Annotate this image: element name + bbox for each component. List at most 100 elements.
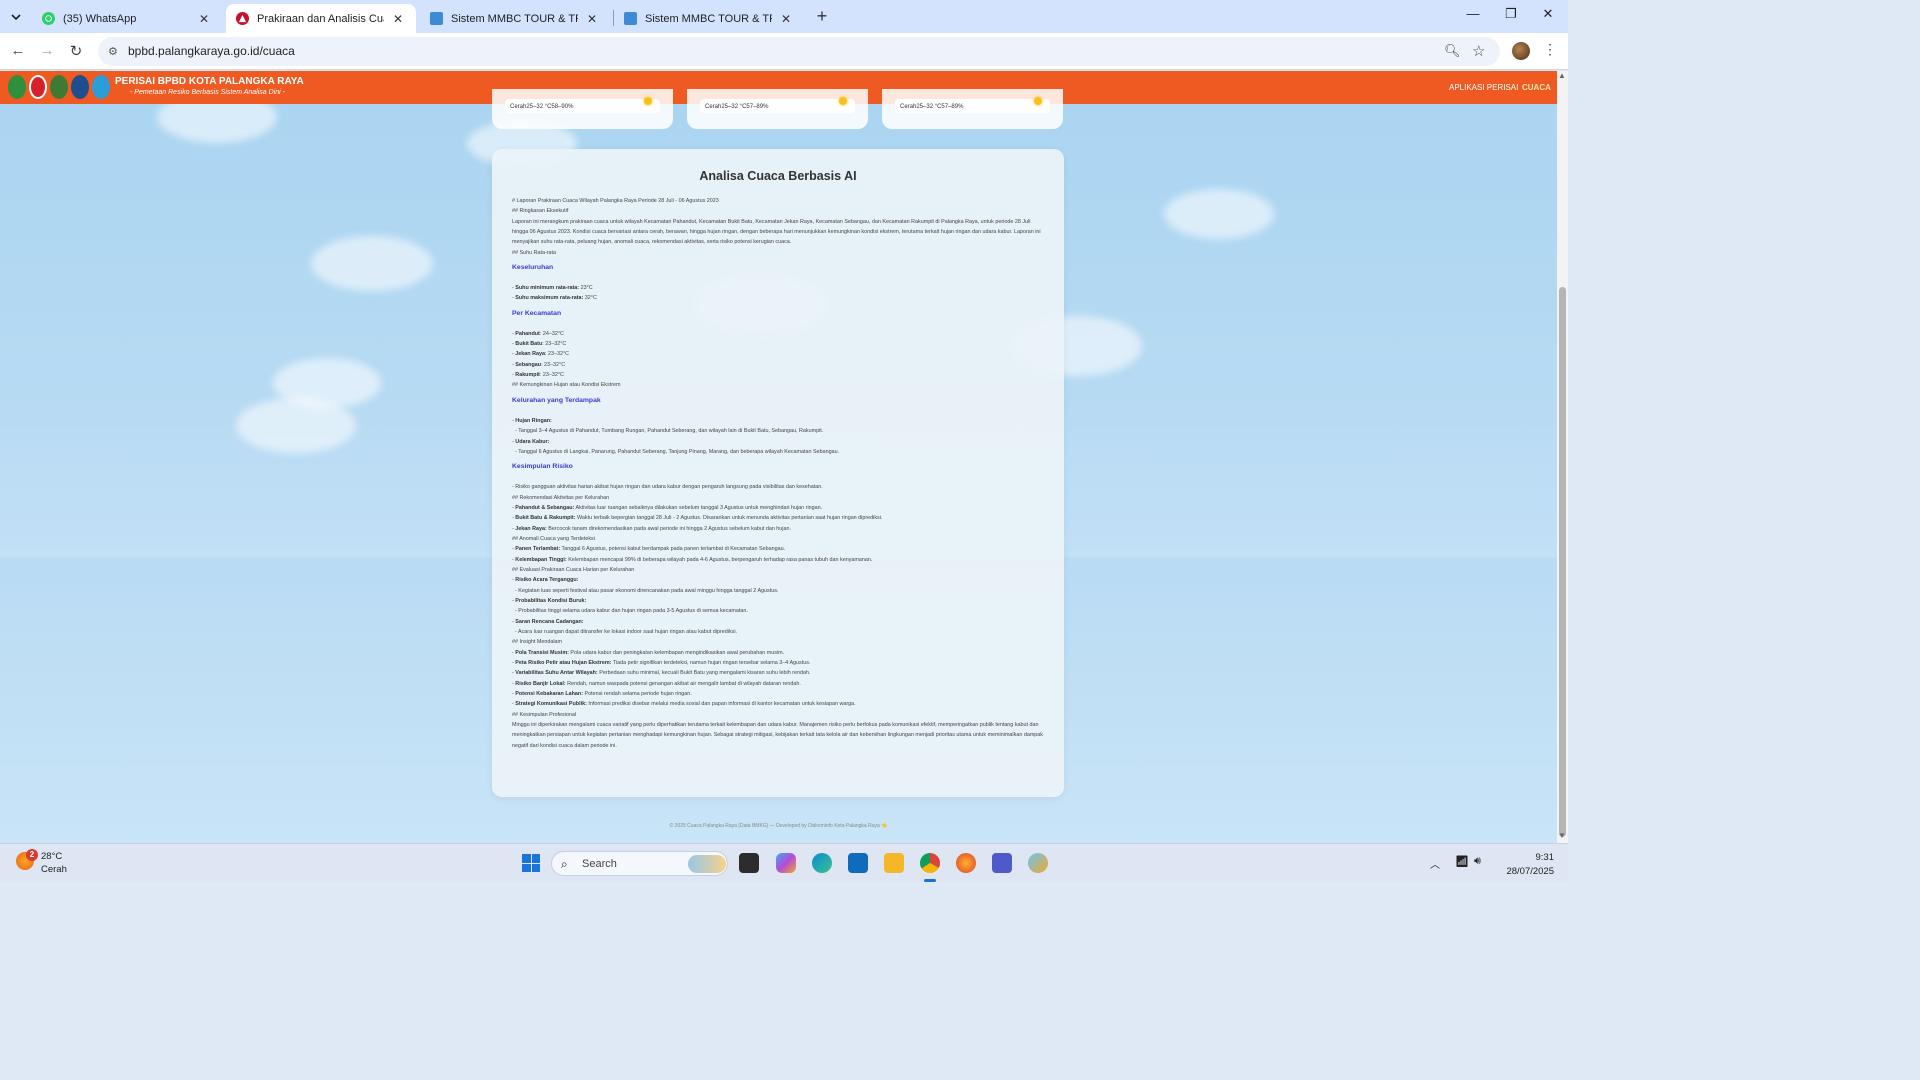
outlook-icon[interactable]: [848, 853, 868, 873]
tab-cuaca[interactable]: Prakiraan dan Analisis Cuaca Ko ✕: [226, 4, 416, 33]
weather-condition[interactable]: Cerah: [41, 864, 67, 875]
browser-menu-icon[interactable]: ⋮: [1543, 41, 1557, 58]
report-item: - Risiko gangguan aktivitas harian akiba…: [512, 484, 823, 491]
brand-subtitle: - Pemetaan Resiko Berbasis Sistem Analis…: [130, 89, 285, 96]
report-heading: ## Anomali Cuaca yang Terdeteksi: [512, 535, 595, 542]
ai-analysis-card: Analisa Cuaca Berbasis AI # Laporan Prak…: [492, 149, 1064, 797]
item-label: Sebangau: [515, 361, 542, 368]
forecast-summary: Cerah25–32 °C57–89%: [705, 104, 769, 110]
cloud-decoration: [1164, 189, 1274, 239]
item-label: Potensi Kebakaran Lahan:: [515, 691, 583, 698]
item-label: Rakumpit: [515, 372, 540, 379]
pemkot-logo-icon: [50, 75, 68, 99]
copilot-icon[interactable]: [776, 853, 796, 873]
perisai-logo-icon: [71, 75, 89, 99]
chrome-icon[interactable]: [920, 853, 940, 873]
edge-icon[interactable]: [812, 853, 832, 873]
tray-chevron-icon[interactable]: ︿: [1430, 856, 1440, 871]
item-value: : 23–32°C: [541, 361, 566, 368]
zoom-icon[interactable]: 🔍︎: [1444, 43, 1461, 59]
item-label: Jekan Raya: [515, 351, 545, 358]
nav-cuaca[interactable]: CUACA: [1522, 83, 1551, 92]
app-icon[interactable]: [1028, 853, 1048, 873]
item-label: Saran Rencana Cadangan:: [515, 618, 584, 625]
report-item: - Probabilitas tinggi selama udara kabur…: [512, 608, 748, 615]
brand-title: PERISAI BPBD KOTA PALANGKA RAYA: [115, 76, 304, 87]
item-label: Hujan Ringan:: [515, 417, 552, 424]
close-icon[interactable]: ✕: [196, 12, 212, 26]
profile-avatar[interactable]: [1512, 42, 1530, 60]
weather-temperature[interactable]: 28°C: [41, 851, 62, 862]
analysis-title: Analisa Cuaca Berbasis AI: [699, 169, 857, 183]
report-item: - Peta Risiko Petir atau Hujan Ekstrem: …: [512, 660, 811, 667]
taskbar: 2 28°C Cerah ⌕ Search ︿ 📶︎ 🔊︎ 9:31 28/07…: [0, 843, 1568, 882]
clock-date[interactable]: 28/07/2025: [1494, 866, 1554, 877]
report-item: - Bukit Batu & Rakumpit: Waktu terbaik b…: [512, 515, 883, 522]
reload-button[interactable]: ↻: [66, 42, 86, 60]
item-label: Pahandut & Sebangau:: [515, 504, 575, 511]
clock-time[interactable]: 9:31: [1522, 852, 1555, 863]
item-label: Bukit Batu & Rakumpit:: [515, 515, 576, 522]
site-settings-icon[interactable]: ⚙: [108, 45, 118, 58]
item-value: Tanggal 6 Agustus, potensi kabut berdamp…: [560, 546, 786, 553]
firefox-icon[interactable]: [956, 853, 976, 873]
scrollbar-thumb[interactable]: [1559, 287, 1566, 837]
new-tab-button[interactable]: +: [813, 7, 831, 25]
close-icon[interactable]: ✕: [584, 12, 600, 26]
back-button[interactable]: ←: [8, 42, 28, 59]
scroll-up-icon[interactable]: ▲: [1558, 71, 1566, 80]
tab-strip: (35) WhatsApp ✕ Prakiraan dan Analisis C…: [0, 0, 1568, 33]
item-value: Aktivitas luar ruangan sebaiknya dilakuk…: [574, 504, 823, 511]
report-item: - Tanggal 3–4 Agustus di Pahandut, Tumba…: [512, 428, 824, 435]
omnibox[interactable]: ⚙ bpbd.palangkaraya.go.id/cuaca 🔍︎ ☆: [98, 37, 1500, 66]
tab-search-button[interactable]: [5, 6, 27, 28]
taskbar-search[interactable]: ⌕ Search: [551, 851, 728, 876]
task-view-icon[interactable]: [739, 853, 759, 873]
tab-whatsapp[interactable]: (35) WhatsApp ✕: [32, 4, 222, 33]
report-heading: # Laporan Prakiraan Cuaca Wilayah Palang…: [512, 198, 719, 204]
report-item: - Pola Transisi Musim: Pola udara kabur …: [512, 649, 785, 656]
item-label: Strategi Komunikasi Publik:: [515, 701, 587, 708]
item-value: Bercocok tanam direkomendasikan pada awa…: [546, 525, 791, 532]
section-heading: Kesimpulan Risiko: [512, 463, 573, 471]
teams-icon[interactable]: [992, 853, 1012, 873]
close-icon[interactable]: ✕: [390, 12, 406, 26]
chrome-active-indicator: [924, 879, 936, 882]
restore-button[interactable]: ❐: [1491, 6, 1531, 22]
tab-mmbc-2[interactable]: Sistem MMBC TOUR & TRAVEL ✕: [614, 4, 804, 33]
item-value: 23°C: [579, 285, 593, 292]
item-value: Rendah, namun waspada potensi genangan a…: [565, 680, 801, 687]
chevron-down-icon: [11, 14, 21, 21]
scroll-down-icon[interactable]: ▼: [1558, 831, 1566, 840]
close-window-button[interactable]: ✕: [1528, 6, 1568, 22]
file-explorer-icon[interactable]: [884, 853, 904, 873]
search-highlight-art: [688, 855, 726, 873]
partner-logos: [8, 75, 110, 99]
tab-mmbc-1[interactable]: Sistem MMBC TOUR & TRAVEL ✕: [420, 4, 610, 33]
close-icon[interactable]: ✕: [778, 12, 794, 26]
report-item: - Pahandut: 24–32°C: [512, 330, 564, 337]
bmkg-logo-icon: [92, 75, 110, 99]
search-label: Search: [582, 858, 617, 870]
report-item: - Jekan Raya: 23–32°C: [512, 351, 570, 358]
kota-logo-icon: [8, 75, 26, 99]
item-value: Tiada petir signifikan terdeteksi, namun…: [611, 660, 811, 667]
page-scrollbar[interactable]: ▲ ▼: [1557, 71, 1568, 843]
nav-aplikasi-perisai[interactable]: APLIKASI PERISAI: [1449, 83, 1518, 92]
minimize-button[interactable]: —: [1453, 6, 1493, 21]
item-value: : 23–32°C: [542, 341, 567, 348]
section-heading: Kelurahan yang Terdampak: [512, 396, 601, 404]
windows-icon[interactable]: [522, 854, 540, 872]
wifi-icon[interactable]: 📶︎: [1455, 855, 1469, 868]
url-text[interactable]: bpbd.palangkaraya.go.id/cuaca: [128, 44, 295, 58]
item-label: Pahandut: [515, 330, 540, 337]
forward-button[interactable]: →: [37, 42, 57, 59]
item-label: Probabilitas Kondisi Buruk:: [515, 597, 587, 604]
volume-icon[interactable]: 🔊︎: [1474, 855, 1481, 868]
item-value: Waktu terbaik bepergian tanggal 28 Juli …: [575, 515, 883, 522]
item-label: Variabilitas Suhu Antar Wilayah:: [515, 670, 598, 677]
star-icon[interactable]: ☆: [1472, 42, 1485, 60]
bpbd-icon: [236, 12, 249, 25]
item-value: 32°C: [583, 295, 597, 302]
report-item: - Pahandut & Sebangau: Aktivitas luar ru…: [512, 504, 823, 511]
